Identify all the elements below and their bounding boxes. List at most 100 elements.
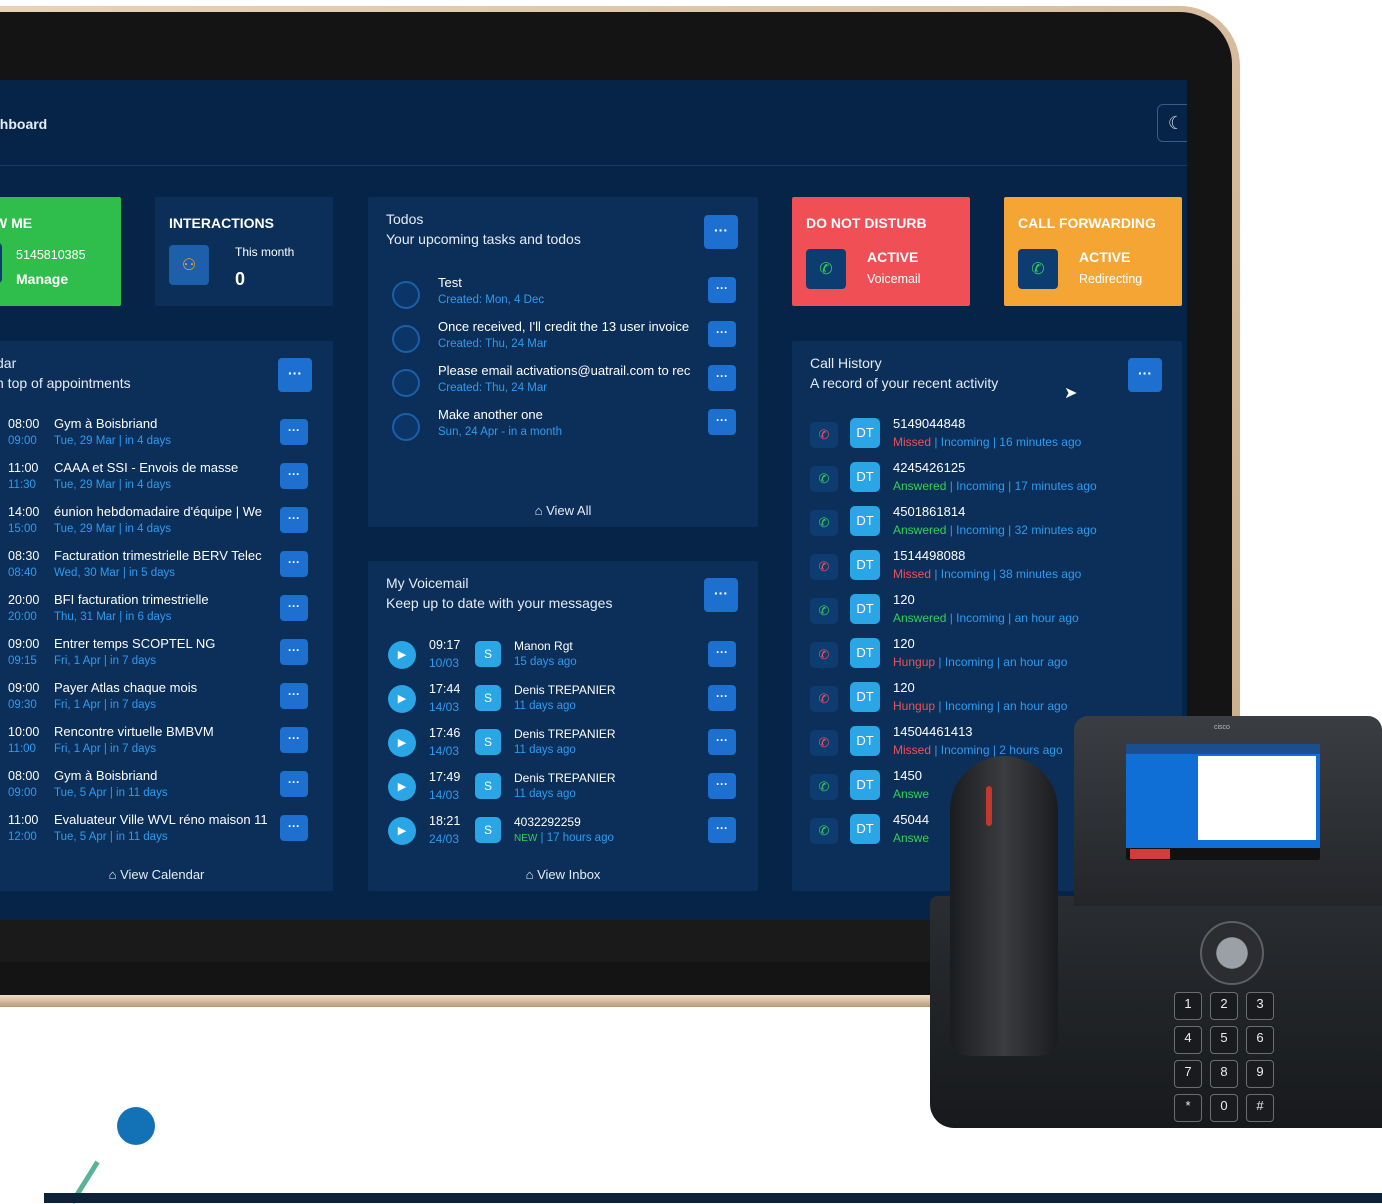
manage-link[interactable]: Manage [16, 271, 68, 287]
voicemail-avatar: S [475, 729, 501, 755]
keypad-key[interactable]: 7 [1174, 1060, 1202, 1088]
call-item[interactable]: ✆ DT 120 Hungup | Incoming | an hour ago [792, 633, 1182, 677]
event-menu-button[interactable]: ··· [280, 727, 308, 753]
voicemail-item[interactable]: ▶ 17:49 14/03 S Denis TREPANIER 11 days ago ··… [368, 767, 758, 811]
call-forwarding-card[interactable]: CALL FORWARDING ✆ ACTIVE Redirecting [1004, 197, 1182, 306]
event-menu-button[interactable]: ··· [280, 771, 308, 797]
call-item[interactable]: ✆ DT 5149044848 Missed | Incoming | 16 minu… [792, 413, 1182, 457]
calendar-event[interactable]: 11:00 12:00 Evaluateur Ville WVL réno mais… [0, 809, 333, 853]
play-icon[interactable]: ▶ [388, 773, 416, 801]
voicemail-item[interactable]: ▶ 17:46 14/03 S Denis TREPANIER 11 days ago ··… [368, 723, 758, 767]
keypad-key[interactable]: 2 [1210, 992, 1238, 1020]
event-title: Facturation trimestrielle BERV Telec [54, 548, 262, 563]
voicemail-menu-button[interactable]: ··· [708, 685, 736, 711]
dark-mode-toggle[interactable]: ☾ [1157, 104, 1187, 142]
calendar-event[interactable]: 08:00 09:00 Gym à Boisbriand Tue, 29 Mar | … [0, 413, 333, 457]
call-meta: Answered | Incoming | an hour ago [893, 611, 1079, 625]
voicemail-menu-button[interactable]: ··· [708, 729, 736, 755]
keypad-key[interactable]: * [1174, 1094, 1202, 1122]
voicemail-meta: 15 days ago [514, 656, 577, 668]
call-item[interactable]: ✆ DT 120 Answered | Incoming | an hour ago [792, 589, 1182, 633]
todos-menu-button[interactable]: ··· [704, 215, 738, 249]
navigation-cluster[interactable] [1200, 921, 1264, 985]
follow-me-card[interactable]: W ME 5145810385 Manage [0, 197, 121, 306]
voicemail-menu-button[interactable]: ··· [708, 641, 736, 667]
lcd-status-bar [1126, 744, 1320, 754]
keypad-key[interactable]: 1 [1174, 992, 1202, 1020]
caller-avatar: DT [850, 594, 880, 624]
calendar-event[interactable]: 09:00 09:30 Payer Atlas chaque mois Fri, 1 … [0, 677, 333, 721]
keypad-key[interactable]: 4 [1174, 1026, 1202, 1054]
todo-checkbox[interactable] [392, 369, 420, 397]
todo-title: Test [438, 275, 462, 290]
keypad-key[interactable]: 8 [1210, 1060, 1238, 1088]
keypad-key[interactable]: # [1246, 1094, 1274, 1122]
todo-checkbox[interactable] [392, 413, 420, 441]
todo-item[interactable]: Once received, I'll credit the 13 user i… [368, 319, 758, 363]
call-status: Answe [893, 831, 930, 845]
event-meta: Fri, 1 Apr | in 7 days [54, 699, 157, 711]
call-missed-icon: ✆ [810, 422, 838, 448]
todo-menu-button[interactable]: ··· [708, 321, 736, 347]
keypad-key[interactable]: 0 [1210, 1094, 1238, 1122]
play-icon[interactable]: ▶ [388, 817, 416, 845]
phone-handset[interactable] [950, 756, 1058, 1056]
todo-item[interactable]: Test Created: Mon, 4 Dec ··· [368, 275, 758, 319]
calendar-menu-button[interactable]: ··· [278, 358, 312, 392]
dnd-card[interactable]: DO NOT DISTURB ✆ ACTIVE Voicemail [792, 197, 970, 306]
event-menu-button[interactable]: ··· [280, 419, 308, 445]
call-item[interactable]: ✆ DT 1514498088 Missed | Incoming | 38 minu… [792, 545, 1182, 589]
calendar-event[interactable]: 20:00 20:00 BFI facturation trimestrielle T… [0, 589, 333, 633]
todo-checkbox[interactable] [392, 281, 420, 309]
keypad-key[interactable]: 6 [1246, 1026, 1274, 1054]
dnd-title: DO NOT DISTURB [806, 215, 927, 231]
voicemail-avatar: S [475, 817, 501, 843]
voicemail-menu-button[interactable]: ··· [708, 817, 736, 843]
view-inbox-link[interactable]: ⌂ View Inbox [368, 867, 758, 882]
event-menu-button[interactable]: ··· [280, 595, 308, 621]
call-item[interactable]: ✆ DT 4501861814 Answered | Incoming | 32 mi… [792, 501, 1182, 545]
calendar-event[interactable]: 08:00 09:00 Gym à Boisbriand Tue, 5 Apr | i… [0, 765, 333, 809]
todo-item[interactable]: Make another one Sun, 24 Apr - in a month… [368, 407, 758, 451]
event-menu-button[interactable]: ··· [280, 683, 308, 709]
event-menu-button[interactable]: ··· [280, 551, 308, 577]
voicemail-date: 14/03 [429, 788, 460, 802]
view-all-link[interactable]: ⌂ View All [368, 503, 758, 518]
voicemail-menu-button[interactable]: ··· [704, 578, 738, 612]
voicemail-item[interactable]: ▶ 09:17 10/03 S Manon Rgt 15 days ago ··· [368, 635, 758, 679]
voicemail-item[interactable]: ▶ 17:44 14/03 S Denis TREPANIER 11 days ago ··… [368, 679, 758, 723]
calendar-event[interactable]: 14:00 15:00 éunion hebdomadaire d'équipe |… [0, 501, 333, 545]
calendar-event[interactable]: 08:30 08:40 Facturation trimestrielle BERV… [0, 545, 333, 589]
play-icon[interactable]: ▶ [388, 641, 416, 669]
calendar-event[interactable]: 09:00 09:15 Entrer temps SCOPTEL NG Fri, 1 … [0, 633, 333, 677]
call-item[interactable]: ✆ DT 4245426125 Answered | Incoming | 17 mi… [792, 457, 1182, 501]
view-calendar-link[interactable]: ⌂ View Calendar [0, 867, 333, 882]
call-item[interactable]: ✆ DT 120 Hungup | Incoming | an hour ago [792, 677, 1182, 721]
voicemail-menu-button[interactable]: ··· [708, 773, 736, 799]
play-icon[interactable]: ▶ [388, 729, 416, 757]
todo-menu-button[interactable]: ··· [708, 409, 736, 435]
voicemail-from: 4032292259 [514, 815, 581, 829]
event-end-time: 09:00 [8, 787, 37, 799]
call-history-menu-button[interactable]: ··· [1128, 358, 1162, 392]
play-icon[interactable]: ▶ [388, 685, 416, 713]
voicemail-item[interactable]: ▶ 18:21 24/03 S 4032292259 NEW | 17 hours ago… [368, 811, 758, 855]
event-menu-button[interactable]: ··· [280, 463, 308, 489]
event-menu-button[interactable]: ··· [280, 507, 308, 533]
follow-me-number: 5145810385 [16, 248, 86, 262]
event-menu-button[interactable]: ··· [280, 815, 308, 841]
keypad-key[interactable]: 9 [1246, 1060, 1274, 1088]
call-meta: Missed | Incoming | 16 minutes ago [893, 435, 1081, 449]
event-meta: Fri, 1 Apr | in 7 days [54, 743, 157, 755]
todo-item[interactable]: Please email activations@uatrail.com to … [368, 363, 758, 407]
todo-menu-button[interactable]: ··· [708, 365, 736, 391]
calendar-event[interactable]: 11:00 11:30 CAAA et SSI - Envois de masse T… [0, 457, 333, 501]
call-forwarding-mode: Redirecting [1079, 272, 1143, 286]
keypad-key[interactable]: 3 [1246, 992, 1274, 1020]
voicemail-time: 18:21 [429, 814, 461, 828]
calendar-event[interactable]: 10:00 11:00 Rencontre virtuelle BMBVM Fri, … [0, 721, 333, 765]
todo-checkbox[interactable] [392, 325, 420, 353]
keypad-key[interactable]: 5 [1210, 1026, 1238, 1054]
todo-menu-button[interactable]: ··· [708, 277, 736, 303]
event-menu-button[interactable]: ··· [280, 639, 308, 665]
